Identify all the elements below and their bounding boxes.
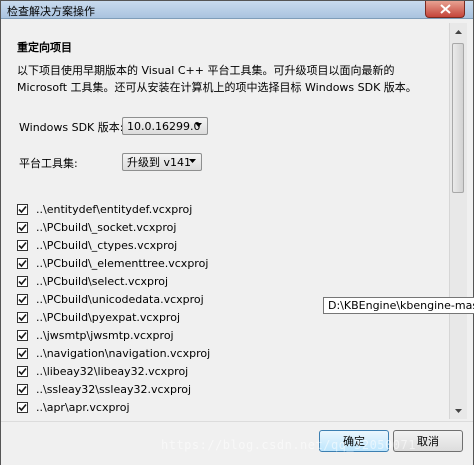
window-title: 检查解决方案操作 (7, 5, 95, 18)
project-item[interactable]: ..\PCbuild\_elementtree.vcxproj (17, 255, 208, 272)
project-item[interactable]: ..\apr\apr.vcxproj (17, 399, 130, 416)
project-label: ..\navigation\navigation.vcxproj (36, 347, 211, 360)
checkmark-icon (18, 367, 27, 376)
toolset-dropdown[interactable]: 升级到 v141 (122, 153, 202, 171)
project-item[interactable]: ..\PCbuild\select.vcxproj (17, 273, 168, 290)
checkmark-icon (18, 223, 27, 232)
section-heading: 重定向项目 (17, 41, 72, 54)
project-item[interactable]: ..\PCbuild\_socket.vcxproj (17, 219, 176, 236)
project-item[interactable]: ..\libeay32\libeay32.vcxproj (17, 363, 188, 380)
close-icon (439, 4, 451, 14)
project-label: ..\PCbuild\_elementtree.vcxproj (36, 257, 209, 270)
checkmark-icon (18, 259, 27, 268)
scroll-up-button[interactable] (450, 23, 467, 40)
project-item[interactable]: ..\PCbuild\_ctypes.vcxproj (17, 237, 177, 254)
sdk-version-value: 10.0.16299.0 (127, 119, 201, 133)
checkmark-icon (18, 403, 27, 412)
checkbox[interactable] (17, 348, 28, 359)
checkbox[interactable] (17, 222, 28, 233)
checkbox[interactable] (17, 312, 28, 323)
project-label: ..\PCbuild\unicodedata.vcxproj (36, 293, 204, 306)
checkmark-icon (18, 349, 27, 358)
section-description: 以下项目使用早期版本的 Visual C++ 平台工具集。可升级项目以面向最新的… (17, 64, 417, 94)
vertical-scrollbar[interactable] (449, 23, 467, 419)
project-item[interactable]: ..\jwsmtp\jwsmtp.vcxproj (17, 327, 174, 344)
toolset-label: 平台工具集: (19, 157, 78, 170)
project-item[interactable]: ..\ssleay32\ssleay32.vcxproj (17, 381, 191, 398)
scrollbar-thumb[interactable] (452, 43, 464, 193)
chevron-down-icon (189, 159, 196, 163)
toolset-value: 升级到 v141 (127, 156, 192, 169)
checkmark-icon (18, 331, 27, 340)
chevron-down-icon (195, 123, 202, 127)
chevron-down-icon (455, 408, 462, 413)
sdk-version-label: Windows SDK 版本: (19, 121, 124, 134)
scroll-down-button[interactable] (450, 402, 467, 419)
checkbox[interactable] (17, 240, 28, 251)
dialog-content: 重定向项目 以下项目使用早期版本的 Visual C++ 平台工具集。可升级项目… (1, 19, 473, 419)
project-label: ..\apr\apr.vcxproj (36, 401, 130, 414)
project-item[interactable]: ..\PCbuild\pyexpat.vcxproj (17, 309, 180, 326)
checkmark-icon (18, 277, 27, 286)
project-label: ..\PCbuild\_ctypes.vcxproj (36, 239, 178, 252)
project-item[interactable]: ..\PCbuild\unicodedata.vcxproj (17, 291, 204, 308)
checkbox[interactable] (17, 366, 28, 377)
chevron-up-icon (455, 29, 462, 34)
sdk-version-dropdown[interactable]: 10.0.16299.0 (122, 117, 208, 135)
path-tooltip: D:\KBEngine\kbengine-maste (323, 297, 474, 314)
project-label: ..\libeay32\libeay32.vcxproj (36, 365, 189, 378)
project-item[interactable]: ..\navigation\navigation.vcxproj (17, 345, 210, 362)
checkmark-icon (18, 295, 27, 304)
checkbox[interactable] (17, 276, 28, 287)
retarget-dialog: 检查解决方案操作 重定向项目 以下项目使用早期版本的 Visual C++ 平台… (0, 0, 474, 465)
project-label: ..\ssleay32\ssleay32.vcxproj (36, 383, 192, 396)
project-label: ..\PCbuild\_socket.vcxproj (36, 221, 177, 234)
project-label: ..\PCbuild\select.vcxproj (36, 275, 169, 288)
project-item[interactable]: ..\entitydef\entitydef.vcxproj (17, 201, 192, 218)
checkbox[interactable] (17, 294, 28, 305)
checkbox[interactable] (17, 402, 28, 413)
scroll-area: 重定向项目 以下项目使用早期版本的 Visual C++ 平台工具集。可升级项目… (5, 23, 449, 419)
checkmark-icon (18, 241, 27, 250)
project-label: ..\PCbuild\pyexpat.vcxproj (36, 311, 180, 324)
checkbox[interactable] (17, 330, 28, 341)
watermark-url: https://blog.csdn.net/qq_32050071 (161, 438, 416, 452)
checkbox[interactable] (17, 204, 28, 215)
checkmark-icon (18, 205, 27, 214)
project-label: ..\entitydef\entitydef.vcxproj (36, 203, 193, 216)
checkbox[interactable] (17, 384, 28, 395)
checkmark-icon (18, 313, 27, 322)
checkbox[interactable] (17, 258, 28, 269)
close-button[interactable] (425, 1, 465, 18)
checkmark-icon (18, 385, 27, 394)
title-bar[interactable]: 检查解决方案操作 (1, 1, 473, 19)
project-label: ..\jwsmtp\jwsmtp.vcxproj (36, 329, 174, 342)
